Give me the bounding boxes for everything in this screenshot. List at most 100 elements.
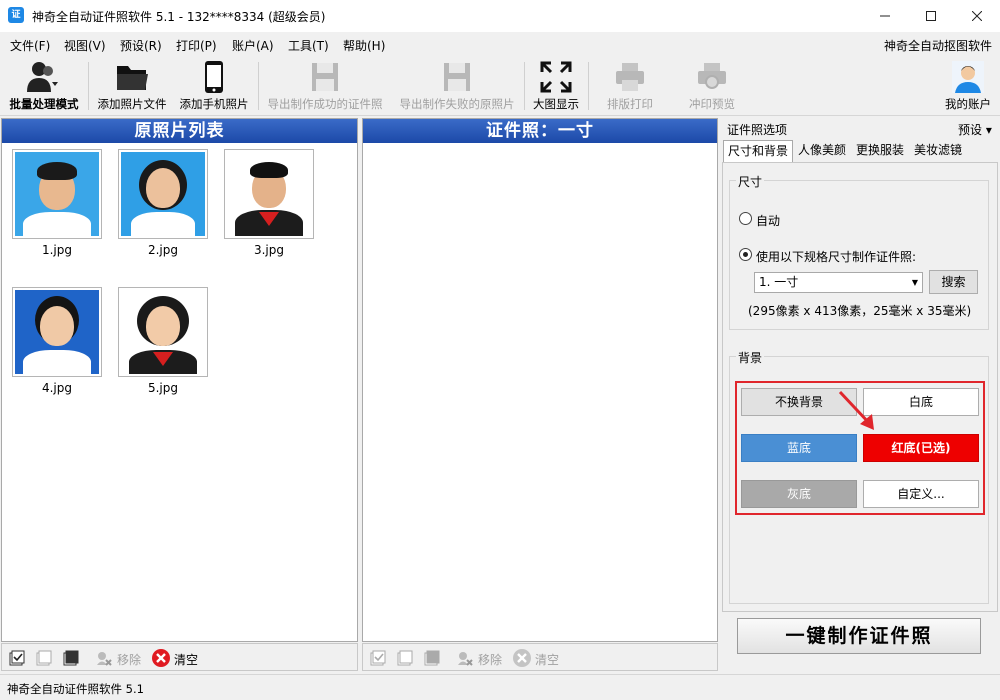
- status-bar: 神奇全自动证件照软件 5.1: [0, 674, 1000, 700]
- window-title: 神奇全自动证件照软件 5.1 - 132****8334 (超级会员): [32, 10, 326, 24]
- options-title: 证件照选项: [727, 123, 788, 137]
- export-success-button[interactable]: 导出制作成功的证件照: [262, 60, 388, 114]
- menu-help[interactable]: 帮助(H): [343, 37, 385, 54]
- clear-icon[interactable]: [512, 648, 532, 668]
- red-arrow-annotation: [838, 390, 874, 430]
- folder-icon: [117, 66, 148, 90]
- toolbar-separator: [588, 62, 589, 110]
- remove-icon[interactable]: [457, 650, 473, 666]
- toolbar-separator: [258, 62, 259, 110]
- maximize-icon: [926, 11, 936, 21]
- photo-filename: 4.jpg: [41, 381, 73, 395]
- title-bar: 证 神奇全自动证件照软件 5.1 - 132****8334 (超级会员): [0, 0, 1000, 32]
- spec-select[interactable]: 1. 一寸 ▼: [754, 272, 923, 293]
- menu-view[interactable]: 视图(V): [64, 37, 106, 54]
- close-button[interactable]: [954, 0, 1000, 32]
- clear-icon[interactable]: [151, 648, 171, 668]
- custom-background-button[interactable]: 自定义...: [863, 480, 979, 508]
- use-spec-radio[interactable]: [739, 248, 752, 261]
- photo-filename: 1.jpg: [41, 243, 73, 257]
- photo-thumbnail[interactable]: 5.jpg: [118, 287, 208, 395]
- id-photo-header: 证件照：一寸: [363, 119, 717, 143]
- expand-icon: [540, 61, 572, 93]
- clear-button[interactable]: 清空: [174, 651, 198, 668]
- id-photo-actions: 移除 清空: [362, 643, 718, 671]
- tab-beauty[interactable]: 人像美颜: [794, 140, 850, 162]
- id-photo-panel: 证件照：一寸: [362, 118, 718, 642]
- toolbar-separator: [88, 62, 89, 110]
- portrait-image: [227, 152, 311, 236]
- original-photos-header: 原照片列表: [2, 119, 357, 143]
- layout-print-button[interactable]: 排版打印: [600, 60, 660, 114]
- app-icon: 证: [8, 7, 24, 23]
- blue-background-button[interactable]: 蓝底: [741, 434, 857, 462]
- minimize-icon: [880, 15, 890, 17]
- chevron-down-icon: ▼: [911, 278, 918, 287]
- minimize-button[interactable]: [862, 0, 908, 32]
- export-failed-button[interactable]: 导出制作失败的原照片: [394, 60, 520, 114]
- original-photos-panel: 原照片列表 1.jpg 2.jpg 3.jpg 4.jpg 5.jpg: [1, 118, 358, 642]
- menu-tools[interactable]: 工具(T): [288, 37, 329, 54]
- make-id-photo-button[interactable]: 一键制作证件照: [737, 618, 981, 654]
- tab-size-background[interactable]: 尺寸和背景: [723, 140, 794, 162]
- menu-print[interactable]: 打印(P): [176, 37, 217, 54]
- large-view-button[interactable]: 大图显示: [528, 60, 584, 114]
- gray-background-button[interactable]: 灰底: [741, 480, 857, 508]
- photo-thumbnail[interactable]: 3.jpg: [224, 149, 314, 257]
- check-all-icon[interactable]: [370, 650, 386, 666]
- menu-account[interactable]: 账户(A): [232, 37, 274, 54]
- batch-mode-button[interactable]: 批量处理模式: [6, 60, 82, 114]
- remove-icon[interactable]: [96, 650, 112, 666]
- add-phone-photo-button[interactable]: 添加手机照片: [176, 60, 252, 114]
- portrait-image: [121, 290, 205, 374]
- toolbar: 批量处理模式 添加照片文件 添加手机照片 导出制作成功的证件照 导出制作失败的原…: [0, 56, 1000, 116]
- photo-thumbnail[interactable]: 1.jpg: [12, 149, 102, 257]
- menu-file[interactable]: 文件(F): [10, 37, 50, 54]
- invert-selection-icon[interactable]: [63, 650, 79, 666]
- clear-button[interactable]: 清空: [535, 651, 559, 668]
- close-icon: [972, 11, 982, 21]
- cutout-software-link[interactable]: 神奇全自动抠图软件: [884, 37, 992, 54]
- portrait-image: [121, 152, 205, 236]
- print-preview-icon: [698, 63, 726, 89]
- background-group-title: 背景: [736, 349, 765, 366]
- menu-preset[interactable]: 预设(R): [120, 37, 162, 54]
- printer-icon: [616, 63, 644, 91]
- phone-icon: [205, 61, 223, 93]
- preset-dropdown[interactable]: 预设 ▾: [958, 121, 992, 138]
- portrait-image: [15, 290, 99, 374]
- white-background-button[interactable]: 白底: [863, 388, 979, 416]
- size-group-title: 尺寸: [736, 173, 765, 190]
- uncheck-all-icon[interactable]: [36, 650, 52, 666]
- photo-filename: 2.jpg: [147, 243, 179, 257]
- tab-makeup-filter[interactable]: 美妆滤镜: [910, 140, 966, 162]
- red-background-button[interactable]: 红底(已选): [863, 434, 979, 462]
- photo-filename: 3.jpg: [253, 243, 285, 257]
- users-icon: [27, 62, 58, 92]
- my-account-button[interactable]: 我的账户: [940, 60, 996, 114]
- save-icon: [444, 63, 470, 91]
- use-spec-label: 使用以下规格尺寸制作证件照:: [756, 250, 917, 264]
- size-info: (295像素 x 413像素，25毫米 x 35毫米): [748, 304, 972, 318]
- save-icon: [312, 63, 338, 91]
- invert-selection-icon[interactable]: [424, 650, 440, 666]
- print-preview-button[interactable]: 冲印预览: [682, 60, 742, 114]
- auto-label: 自动: [756, 214, 781, 228]
- avatar-icon: [952, 61, 984, 93]
- auto-radio[interactable]: [739, 212, 752, 225]
- menu-bar: 文件(F) 视图(V) 预设(R) 打印(P) 账户(A) 工具(T) 帮助(H…: [0, 32, 1000, 56]
- status-text: 神奇全自动证件照软件 5.1: [7, 682, 144, 696]
- photo-filename: 5.jpg: [147, 381, 179, 395]
- photo-thumbnail[interactable]: 4.jpg: [12, 287, 102, 395]
- add-photo-file-button[interactable]: 添加照片文件: [94, 60, 170, 114]
- original-photos-actions: 移除 清空: [1, 643, 358, 671]
- toolbar-separator: [524, 62, 525, 110]
- maximize-button[interactable]: [908, 0, 954, 32]
- tab-clothing[interactable]: 更换服装: [852, 140, 908, 162]
- check-all-icon[interactable]: [9, 650, 25, 666]
- uncheck-all-icon[interactable]: [397, 650, 413, 666]
- remove-button[interactable]: 移除: [478, 651, 502, 668]
- photo-thumbnail[interactable]: 2.jpg: [118, 149, 208, 257]
- remove-button[interactable]: 移除: [117, 651, 141, 668]
- search-button[interactable]: 搜索: [929, 270, 978, 294]
